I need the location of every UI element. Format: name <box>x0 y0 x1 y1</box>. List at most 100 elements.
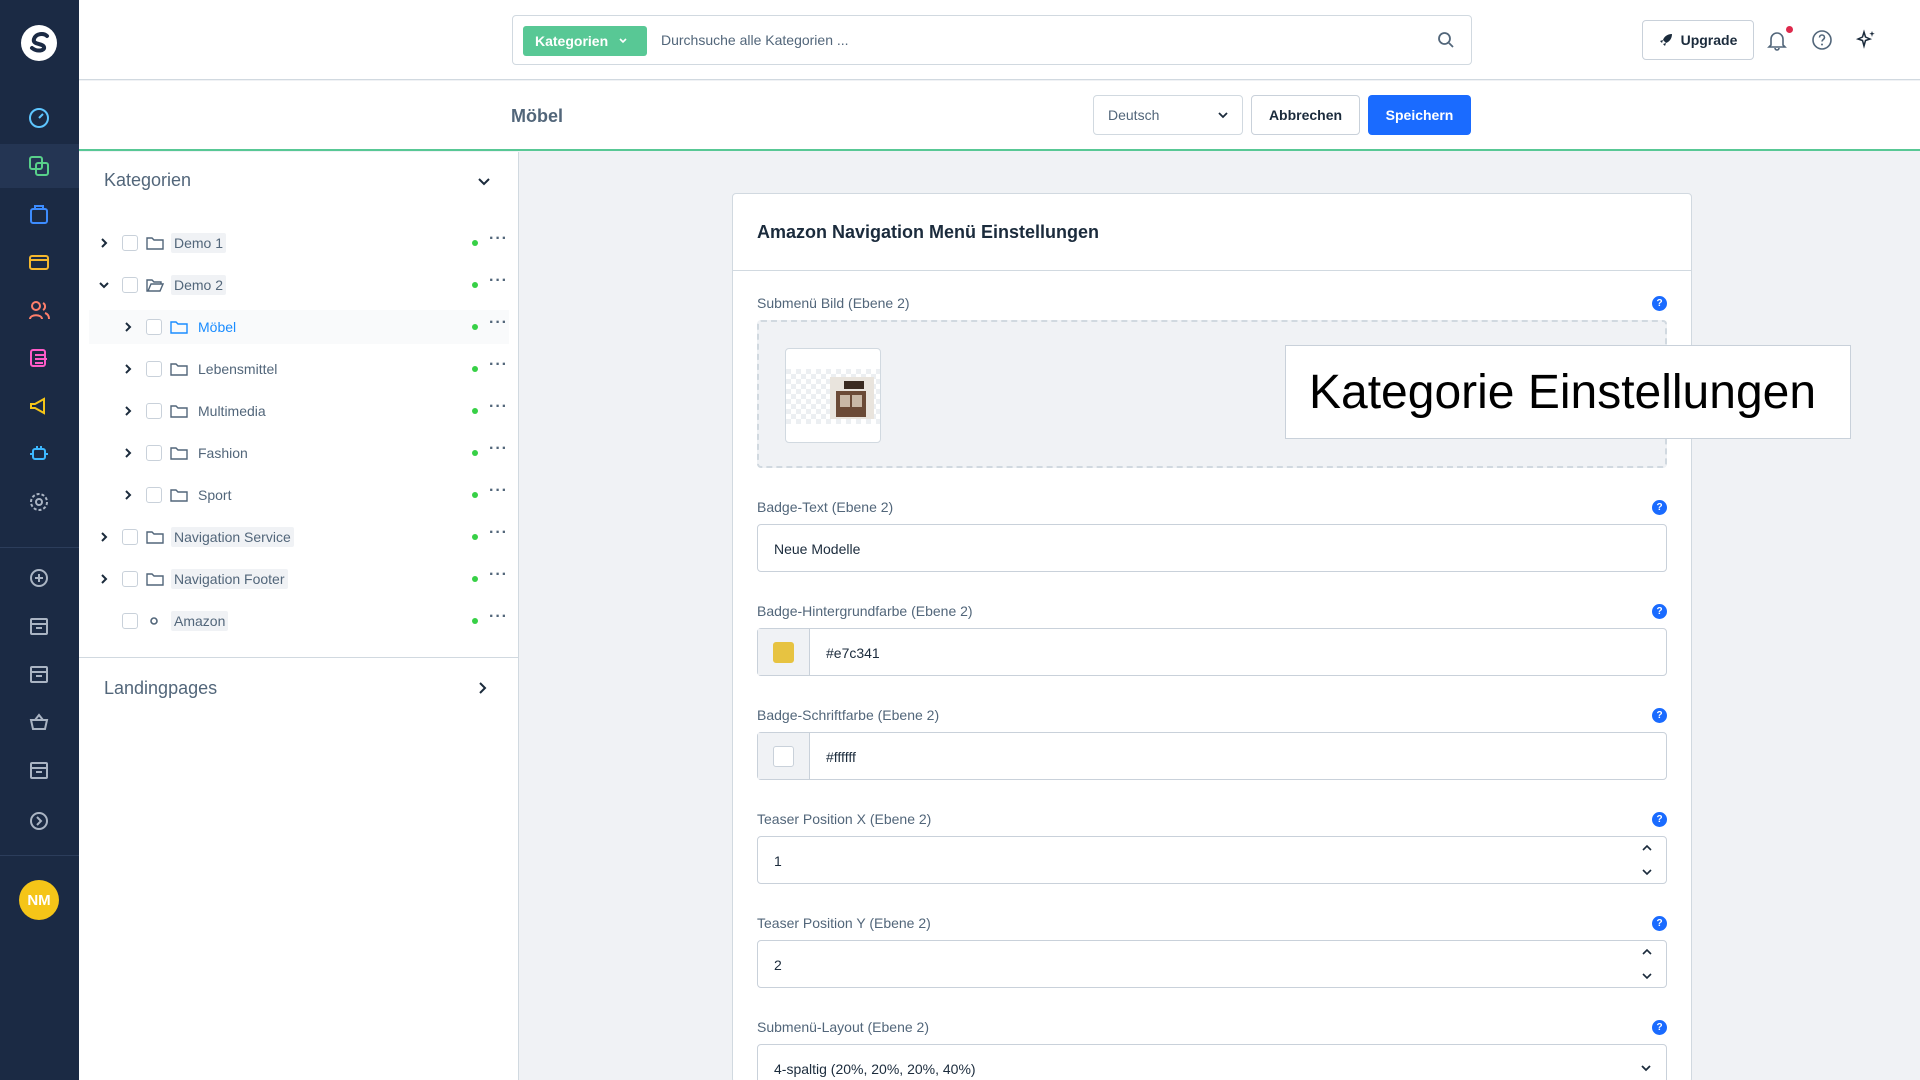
chevron-up-icon[interactable] <box>1641 843 1653 853</box>
chevron-up-icon[interactable] <box>1641 947 1653 957</box>
context-menu-icon[interactable]: ··· <box>489 272 508 290</box>
sales-channel-icon[interactable] <box>26 661 52 687</box>
context-menu-icon[interactable]: ··· <box>489 356 508 374</box>
sales-channel-icon[interactable] <box>26 757 52 783</box>
context-menu-icon[interactable]: ··· <box>489 482 508 500</box>
badge-font-color-input[interactable]: #ffffff <box>757 732 1667 780</box>
help-icon[interactable]: ? <box>1652 916 1667 931</box>
help-icon[interactable]: ? <box>1652 708 1667 723</box>
color-swatch-button[interactable] <box>758 733 810 779</box>
tree-item-label[interactable]: Multimedia <box>195 401 269 421</box>
more-sales-channels-icon[interactable] <box>26 808 52 834</box>
help-icon[interactable]: ? <box>1652 500 1667 515</box>
tree-item[interactable]: Navigation Service ··· <box>89 520 509 554</box>
extensions-icon[interactable] <box>26 441 52 467</box>
help-icon[interactable]: ? <box>1652 604 1667 619</box>
tree-item[interactable]: Lebensmittel ··· <box>89 352 509 386</box>
tree-item[interactable]: Demo 2 ··· <box>89 268 509 302</box>
add-sales-channel-icon[interactable] <box>26 565 52 591</box>
chevron-right-icon[interactable] <box>98 237 110 249</box>
tree-item-checkbox[interactable] <box>146 445 162 461</box>
tree-item-label[interactable]: Navigation Service <box>171 527 294 547</box>
chevron-right-icon[interactable] <box>122 321 134 333</box>
number-stepper[interactable] <box>1640 947 1654 981</box>
teaser-y-input[interactable]: 2 <box>757 940 1667 988</box>
help-icon[interactable]: ? <box>1652 1020 1667 1035</box>
chevron-right-icon[interactable] <box>122 447 134 459</box>
context-menu-icon[interactable]: ··· <box>489 440 508 458</box>
chevron-down-icon[interactable] <box>1641 867 1653 877</box>
tree-item-checkbox[interactable] <box>146 361 162 377</box>
orders-icon[interactable] <box>26 201 52 227</box>
context-menu-icon[interactable]: ··· <box>489 230 508 248</box>
color-swatch-button[interactable] <box>758 629 810 675</box>
help-icon[interactable] <box>1810 28 1834 52</box>
help-icon[interactable]: ? <box>1652 296 1667 311</box>
chevron-down-icon[interactable] <box>98 279 110 291</box>
settings-icon[interactable] <box>26 489 52 515</box>
tree-item-checkbox[interactable] <box>146 319 162 335</box>
payment-icon[interactable] <box>26 249 52 275</box>
search-input[interactable]: Durchsuche alle Kategorien ... <box>661 32 849 48</box>
upgrade-button[interactable]: Upgrade <box>1642 20 1754 60</box>
tree-item-label[interactable]: Sport <box>195 485 234 505</box>
badge-text-input[interactable]: Neue Modelle <box>757 524 1667 572</box>
global-search[interactable]: Kategorien Durchsuche alle Kategorien ..… <box>512 15 1472 65</box>
tree-item[interactable]: Navigation Footer ··· <box>89 562 509 596</box>
tree-item-checkbox[interactable] <box>146 487 162 503</box>
catalog-icon[interactable] <box>26 153 52 179</box>
context-menu-icon[interactable]: ··· <box>489 608 508 626</box>
save-button[interactable]: Speichern <box>1368 95 1471 135</box>
basket-icon[interactable] <box>26 709 52 735</box>
collapse-chevron-icon[interactable] <box>477 174 491 188</box>
chevron-right-icon[interactable] <box>122 405 134 417</box>
tree-item-label[interactable]: Demo 1 <box>171 233 227 253</box>
tree-item-checkbox[interactable] <box>122 235 138 251</box>
submenu-image-thumbnail[interactable] <box>785 348 881 443</box>
number-stepper[interactable] <box>1640 843 1654 877</box>
tree-item-checkbox[interactable] <box>122 613 138 629</box>
tree-item[interactable]: Multimedia ··· <box>89 394 509 428</box>
context-menu-icon[interactable]: ··· <box>489 524 508 542</box>
content-icon[interactable] <box>26 345 52 371</box>
chevron-right-icon[interactable] <box>122 489 134 501</box>
submenu-layout-select[interactable]: 4-spaltig (20%, 20%, 20%, 40%) <box>757 1044 1667 1080</box>
tree-item[interactable]: Möbel ··· <box>89 310 509 344</box>
tree-item-label[interactable]: Lebensmittel <box>195 359 280 379</box>
help-icon[interactable]: ? <box>1652 812 1667 827</box>
tree-item[interactable]: Fashion ··· <box>89 436 509 470</box>
tree-item[interactable]: Demo 1 ··· <box>89 226 509 260</box>
tree-item-label[interactable]: Demo 2 <box>171 275 227 295</box>
tree-item-checkbox[interactable] <box>122 529 138 545</box>
customers-icon[interactable] <box>26 297 52 323</box>
user-avatar[interactable]: NM <box>19 880 59 920</box>
context-menu-icon[interactable]: ··· <box>489 398 508 416</box>
notifications-bell-icon[interactable] <box>1765 28 1789 52</box>
chevron-down-icon[interactable] <box>1641 971 1653 981</box>
context-menu-icon[interactable]: ··· <box>489 566 508 584</box>
search-type-selector[interactable]: Kategorien <box>523 26 647 56</box>
tree-item-label[interactable]: Fashion <box>195 443 251 463</box>
marketing-icon[interactable] <box>26 393 52 419</box>
tree-item-checkbox[interactable] <box>146 403 162 419</box>
shopware-logo-icon[interactable] <box>20 24 58 62</box>
chevron-right-icon[interactable] <box>98 573 110 585</box>
sales-channel-icon[interactable] <box>26 613 52 639</box>
dashboard-icon[interactable] <box>26 105 52 131</box>
tree-item[interactable]: Amazon ··· <box>89 604 509 638</box>
tree-item[interactable]: Sport ··· <box>89 478 509 512</box>
tree-item-label[interactable]: Möbel <box>195 317 239 337</box>
landingpages-section[interactable]: Landingpages <box>79 657 519 717</box>
badge-bg-color-input[interactable]: #e7c341 <box>757 628 1667 676</box>
chevron-right-icon[interactable] <box>98 531 110 543</box>
language-select[interactable]: Deutsch <box>1093 95 1243 135</box>
tree-item-checkbox[interactable] <box>122 277 138 293</box>
cancel-button[interactable]: Abbrechen <box>1251 95 1360 135</box>
search-icon[interactable] <box>1437 31 1455 49</box>
context-menu-icon[interactable]: ··· <box>489 314 508 332</box>
chevron-right-icon[interactable] <box>122 363 134 375</box>
ai-sparkle-icon[interactable] <box>1854 28 1878 52</box>
tree-item-label[interactable]: Amazon <box>171 611 229 631</box>
tree-item-checkbox[interactable] <box>122 571 138 587</box>
teaser-x-input[interactable]: 1 <box>757 836 1667 884</box>
